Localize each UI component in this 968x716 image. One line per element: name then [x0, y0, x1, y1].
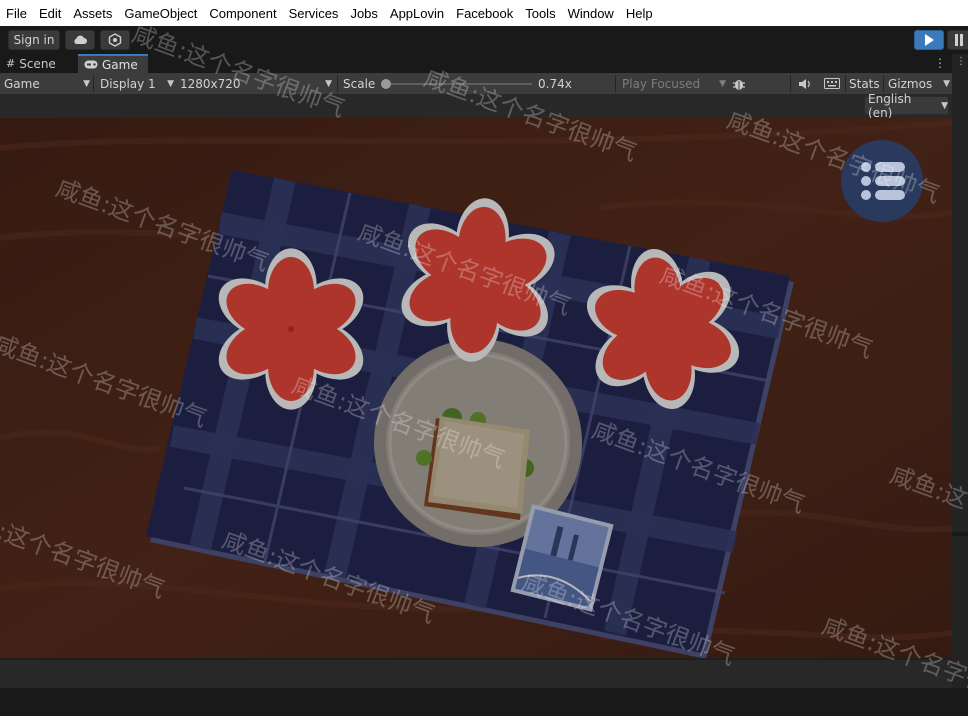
- gizmos-label: Gizmos: [888, 76, 933, 91]
- menu-file[interactable]: File: [0, 6, 33, 21]
- collab-button[interactable]: [100, 30, 130, 50]
- tab-scene-label: Scene: [19, 56, 56, 71]
- scale-value: 0.74x: [538, 76, 572, 91]
- resolution-value: 1280x720: [180, 76, 241, 91]
- display-dropdown[interactable]: Display 1 ▼: [100, 73, 174, 94]
- tab-bar-menu-icon[interactable]: ⋮: [934, 56, 946, 70]
- bug-button[interactable]: [732, 73, 746, 94]
- menu-jobs[interactable]: Jobs: [344, 6, 383, 21]
- shortcuts-button[interactable]: [824, 73, 840, 94]
- tab-game[interactable]: Game: [78, 54, 148, 73]
- display-value: Display 1: [100, 76, 156, 91]
- view-mode-dropdown[interactable]: Game ▼: [4, 73, 90, 94]
- chevron-down-icon: ▼: [325, 78, 332, 89]
- panel-menu-icon[interactable]: ⋮: [956, 56, 966, 67]
- menu-assets[interactable]: Assets: [67, 6, 118, 21]
- menu-facebook[interactable]: Facebook: [450, 6, 519, 21]
- bottom-bar: [0, 658, 952, 688]
- play-mode-value: Play Focused: [622, 76, 701, 91]
- view-tab-bar: # Scene Game ⋮: [0, 54, 952, 73]
- scale-slider-handle[interactable]: [381, 79, 391, 89]
- scale-slider[interactable]: [381, 79, 532, 89]
- pause-icon: [955, 34, 963, 46]
- tab-scene[interactable]: # Scene: [0, 54, 78, 73]
- chevron-down-icon: ▼: [83, 78, 90, 89]
- chevron-down-icon: ▼: [943, 78, 950, 89]
- play-button[interactable]: [914, 30, 944, 50]
- menu-bar: File Edit Assets GameObject Component Se…: [0, 0, 968, 26]
- bug-icon: [733, 79, 745, 90]
- play-mode-dropdown[interactable]: Play Focused ▼: [622, 73, 726, 94]
- menu-edit[interactable]: Edit: [33, 6, 67, 21]
- menu-tools[interactable]: Tools: [519, 6, 561, 21]
- dim-overlay: [0, 118, 952, 658]
- keyboard-icon: [824, 78, 840, 89]
- sign-in-button[interactable]: Sign in: [8, 30, 60, 50]
- speaker-icon: [799, 78, 810, 89]
- main-toolbar: Sign in: [0, 26, 968, 54]
- cloud-button[interactable]: [65, 30, 95, 50]
- play-icon: [925, 34, 934, 46]
- game-scene: [0, 118, 952, 658]
- collab-icon: [108, 33, 122, 47]
- bottom-divider: [0, 658, 952, 660]
- game-menu-button[interactable]: [841, 140, 923, 222]
- view-mode-value: Game: [4, 76, 40, 91]
- menu-applovin[interactable]: AppLovin: [384, 6, 450, 21]
- locale-bar: English (en) ▼: [0, 92, 952, 120]
- chevron-down-icon: ▼: [719, 78, 726, 89]
- tab-game-label: Game: [102, 57, 138, 72]
- scale-label: Scale: [343, 76, 376, 91]
- chevron-down-icon: ▼: [941, 100, 948, 111]
- gamepad-icon: [84, 60, 98, 69]
- menu-component[interactable]: Component: [203, 6, 282, 21]
- menu-window[interactable]: Window: [562, 6, 620, 21]
- menu-help[interactable]: Help: [620, 6, 659, 21]
- game-view-control-bar: Game ▼ Display 1 ▼ 1280x720 ▼ Scale 0.74x P…: [0, 73, 952, 95]
- menu-list-icon: [861, 162, 905, 200]
- cloud-icon: [74, 35, 87, 44]
- menu-gameobject[interactable]: GameObject: [118, 6, 203, 21]
- chevron-down-icon: ▼: [167, 78, 174, 89]
- mute-audio-button[interactable]: [798, 73, 812, 94]
- inspector-panel-strip: ⋮: [952, 54, 968, 688]
- resolution-dropdown[interactable]: 1280x720 ▼: [180, 73, 332, 94]
- menu-services[interactable]: Services: [283, 6, 345, 21]
- panel-divider: [952, 532, 968, 536]
- locale-dropdown[interactable]: English (en) ▼: [864, 92, 949, 120]
- pause-button[interactable]: [947, 30, 968, 50]
- game-viewport[interactable]: [0, 118, 952, 658]
- locale-value: English (en): [868, 91, 912, 120]
- grid-icon: #: [6, 57, 16, 70]
